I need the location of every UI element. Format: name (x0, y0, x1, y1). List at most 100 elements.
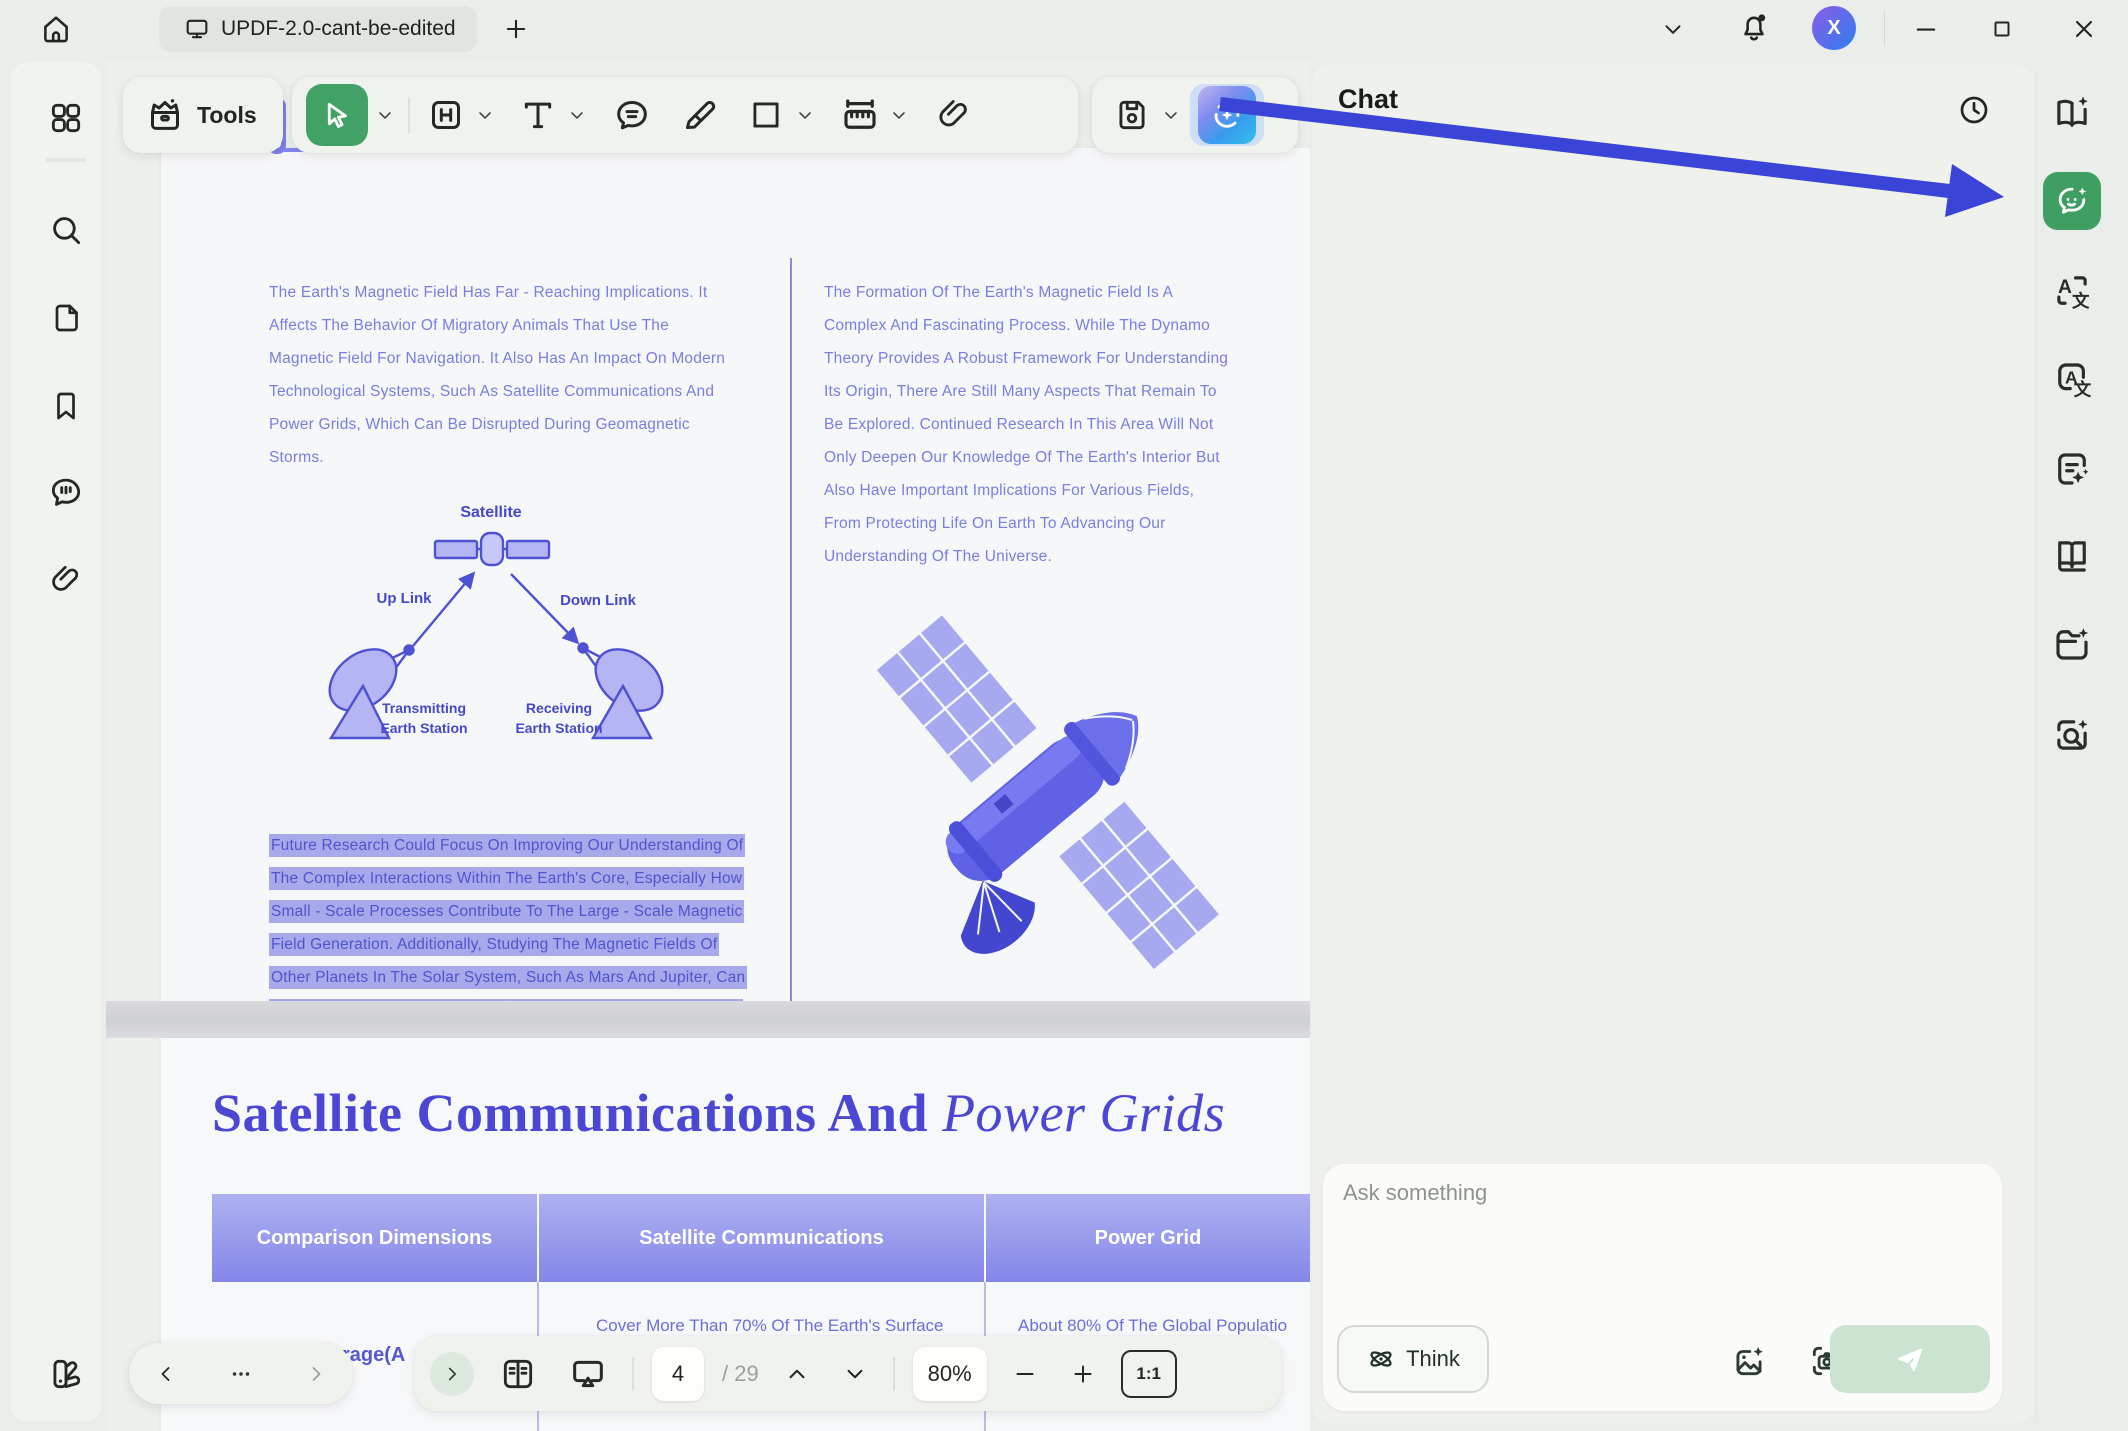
maximize-button[interactable] (1980, 7, 2024, 51)
sidebar-item-bookmarks[interactable] (38, 378, 94, 434)
rail-page-translate-button[interactable]: A文 (2049, 356, 2095, 402)
next-page-button[interactable] (835, 1354, 875, 1394)
save-button[interactable] (1106, 89, 1158, 141)
save-dropdown[interactable] (1158, 102, 1184, 128)
folder-sparkle-icon (2051, 623, 2093, 665)
rail-summary-button[interactable] (2049, 90, 2095, 136)
shape-tool-button[interactable] (740, 89, 792, 141)
satellite-illustration (851, 648, 1231, 948)
text-tool-dropdown[interactable] (564, 102, 590, 128)
select-tool-button[interactable] (306, 84, 368, 146)
measure-tool-dropdown[interactable] (886, 102, 912, 128)
paperclip-icon (48, 562, 84, 598)
notifications-button[interactable] (1732, 5, 1776, 49)
presentation-button[interactable] (562, 1348, 614, 1400)
palette-icon (47, 1355, 85, 1393)
paragraph-left: The Earth's Magnetic Field Has Far - Rea… (269, 276, 749, 474)
nav-forward-button[interactable] (296, 1354, 336, 1394)
rail-ai-files-button[interactable] (2049, 621, 2095, 667)
chat-input[interactable] (1341, 1178, 1975, 1312)
zoom-level-input[interactable]: 80% (913, 1347, 987, 1401)
close-button[interactable] (2062, 7, 2106, 51)
comment-icon (47, 473, 85, 511)
history-nav-bar (129, 1343, 353, 1404)
sidebar-item-attachments[interactable] (38, 552, 94, 608)
collapse-bar-button[interactable] (430, 1352, 474, 1396)
zoom-out-button[interactable] (1005, 1354, 1045, 1394)
send-button[interactable] (1830, 1325, 1990, 1393)
ai-assistant-button-active[interactable] (1190, 84, 1264, 146)
minimize-button[interactable] (1904, 7, 1948, 51)
new-tab-button[interactable] (496, 9, 536, 49)
paperclip-icon (935, 96, 973, 134)
tab-list-button[interactable] (1653, 9, 1693, 49)
search-icon (47, 211, 85, 249)
attach-tool-button[interactable] (928, 89, 980, 141)
page-translate-icon: A文 (2051, 358, 2093, 400)
chevron-down-icon (795, 105, 815, 125)
actual-size-button[interactable]: 1:1 (1121, 1350, 1177, 1398)
rail-ai-write-button[interactable] (2049, 446, 2095, 492)
zoom-value: 80% (928, 1361, 972, 1387)
tools-button[interactable]: Tools (123, 77, 283, 153)
current-page: 4 (672, 1361, 684, 1387)
nav-more-button[interactable] (221, 1354, 261, 1394)
avatar[interactable]: X (1812, 6, 1856, 50)
shape-tool-dropdown[interactable] (792, 102, 818, 128)
rail-translate-button[interactable]: A文 (2049, 268, 2095, 314)
avatar-initial: X (1827, 17, 1840, 40)
home-icon (39, 12, 73, 46)
table-header-power: Power Grid (986, 1194, 1310, 1282)
document-canvas[interactable]: The Earth's Magnetic Field Has Far - Rea… (106, 60, 1310, 1431)
pencil-icon (680, 95, 720, 135)
column-divider (790, 258, 792, 1043)
sidebar-item-apps[interactable] (38, 90, 94, 146)
clock-history-icon (1956, 92, 1992, 128)
sidebar-item-search[interactable] (38, 202, 94, 258)
sidebar-item-pages[interactable] (38, 290, 94, 346)
pencil-tool-button[interactable] (674, 89, 726, 141)
insert-image-button[interactable] (1725, 1337, 1773, 1385)
sidebar-item-comments[interactable] (38, 464, 94, 520)
rail-ai-search-button[interactable] (2049, 712, 2095, 758)
rail-ai-chat-button-active[interactable] (2043, 172, 2101, 230)
page-total: / 29 (722, 1361, 759, 1387)
bar-divider (893, 1357, 895, 1391)
select-tool-dropdown[interactable] (372, 102, 398, 128)
plus-icon (502, 15, 530, 43)
previous-page-button[interactable] (777, 1354, 817, 1394)
chat-history-button[interactable] (1952, 88, 1996, 132)
chevron-down-icon (1660, 16, 1686, 42)
text-tool-button[interactable] (512, 89, 564, 141)
toolbox-icon (145, 95, 185, 135)
zoom-in-button[interactable] (1063, 1354, 1103, 1394)
svg-text:文: 文 (2074, 380, 2092, 400)
page-number-input[interactable]: 4 (652, 1347, 704, 1401)
sidebar-item-palette[interactable] (38, 1346, 94, 1402)
annotation-tool-button[interactable] (606, 89, 658, 141)
ai-swirl-icon (1207, 95, 1247, 135)
image-sparkle-icon (1730, 1342, 1768, 1380)
chat-panel-title: Chat (1338, 84, 1398, 115)
rail-reader-button[interactable] (2049, 533, 2095, 579)
close-icon (2070, 15, 2098, 43)
paragraph-right: The Formation Of The Earth's Magnetic Fi… (824, 276, 1294, 573)
chevron-right-icon (304, 1362, 328, 1386)
left-sidebar (10, 62, 102, 1422)
nav-back-button[interactable] (146, 1354, 186, 1394)
heading-tool-dropdown[interactable] (472, 102, 498, 128)
home-button[interactable] (34, 7, 78, 51)
heading-tool-button[interactable] (420, 89, 472, 141)
think-toggle-button[interactable]: Think (1337, 1325, 1489, 1393)
diagram-label-transmitting: Transmitting Earth Station (359, 698, 489, 738)
page-layout-button[interactable] (492, 1348, 544, 1400)
measure-tool-button[interactable] (834, 89, 886, 141)
bar-divider (632, 1357, 634, 1391)
chevron-up-icon (784, 1361, 810, 1387)
document-tab[interactable]: UPDF-2.0-cant-be-edited (159, 6, 477, 52)
page5-title-italic: Power Grids (942, 1083, 1225, 1143)
rectangle-icon (747, 96, 785, 134)
minimize-icon (1912, 15, 1940, 43)
ai-assistant-button[interactable] (1198, 86, 1256, 144)
diagram-label-uplink: Up Link (359, 590, 449, 607)
